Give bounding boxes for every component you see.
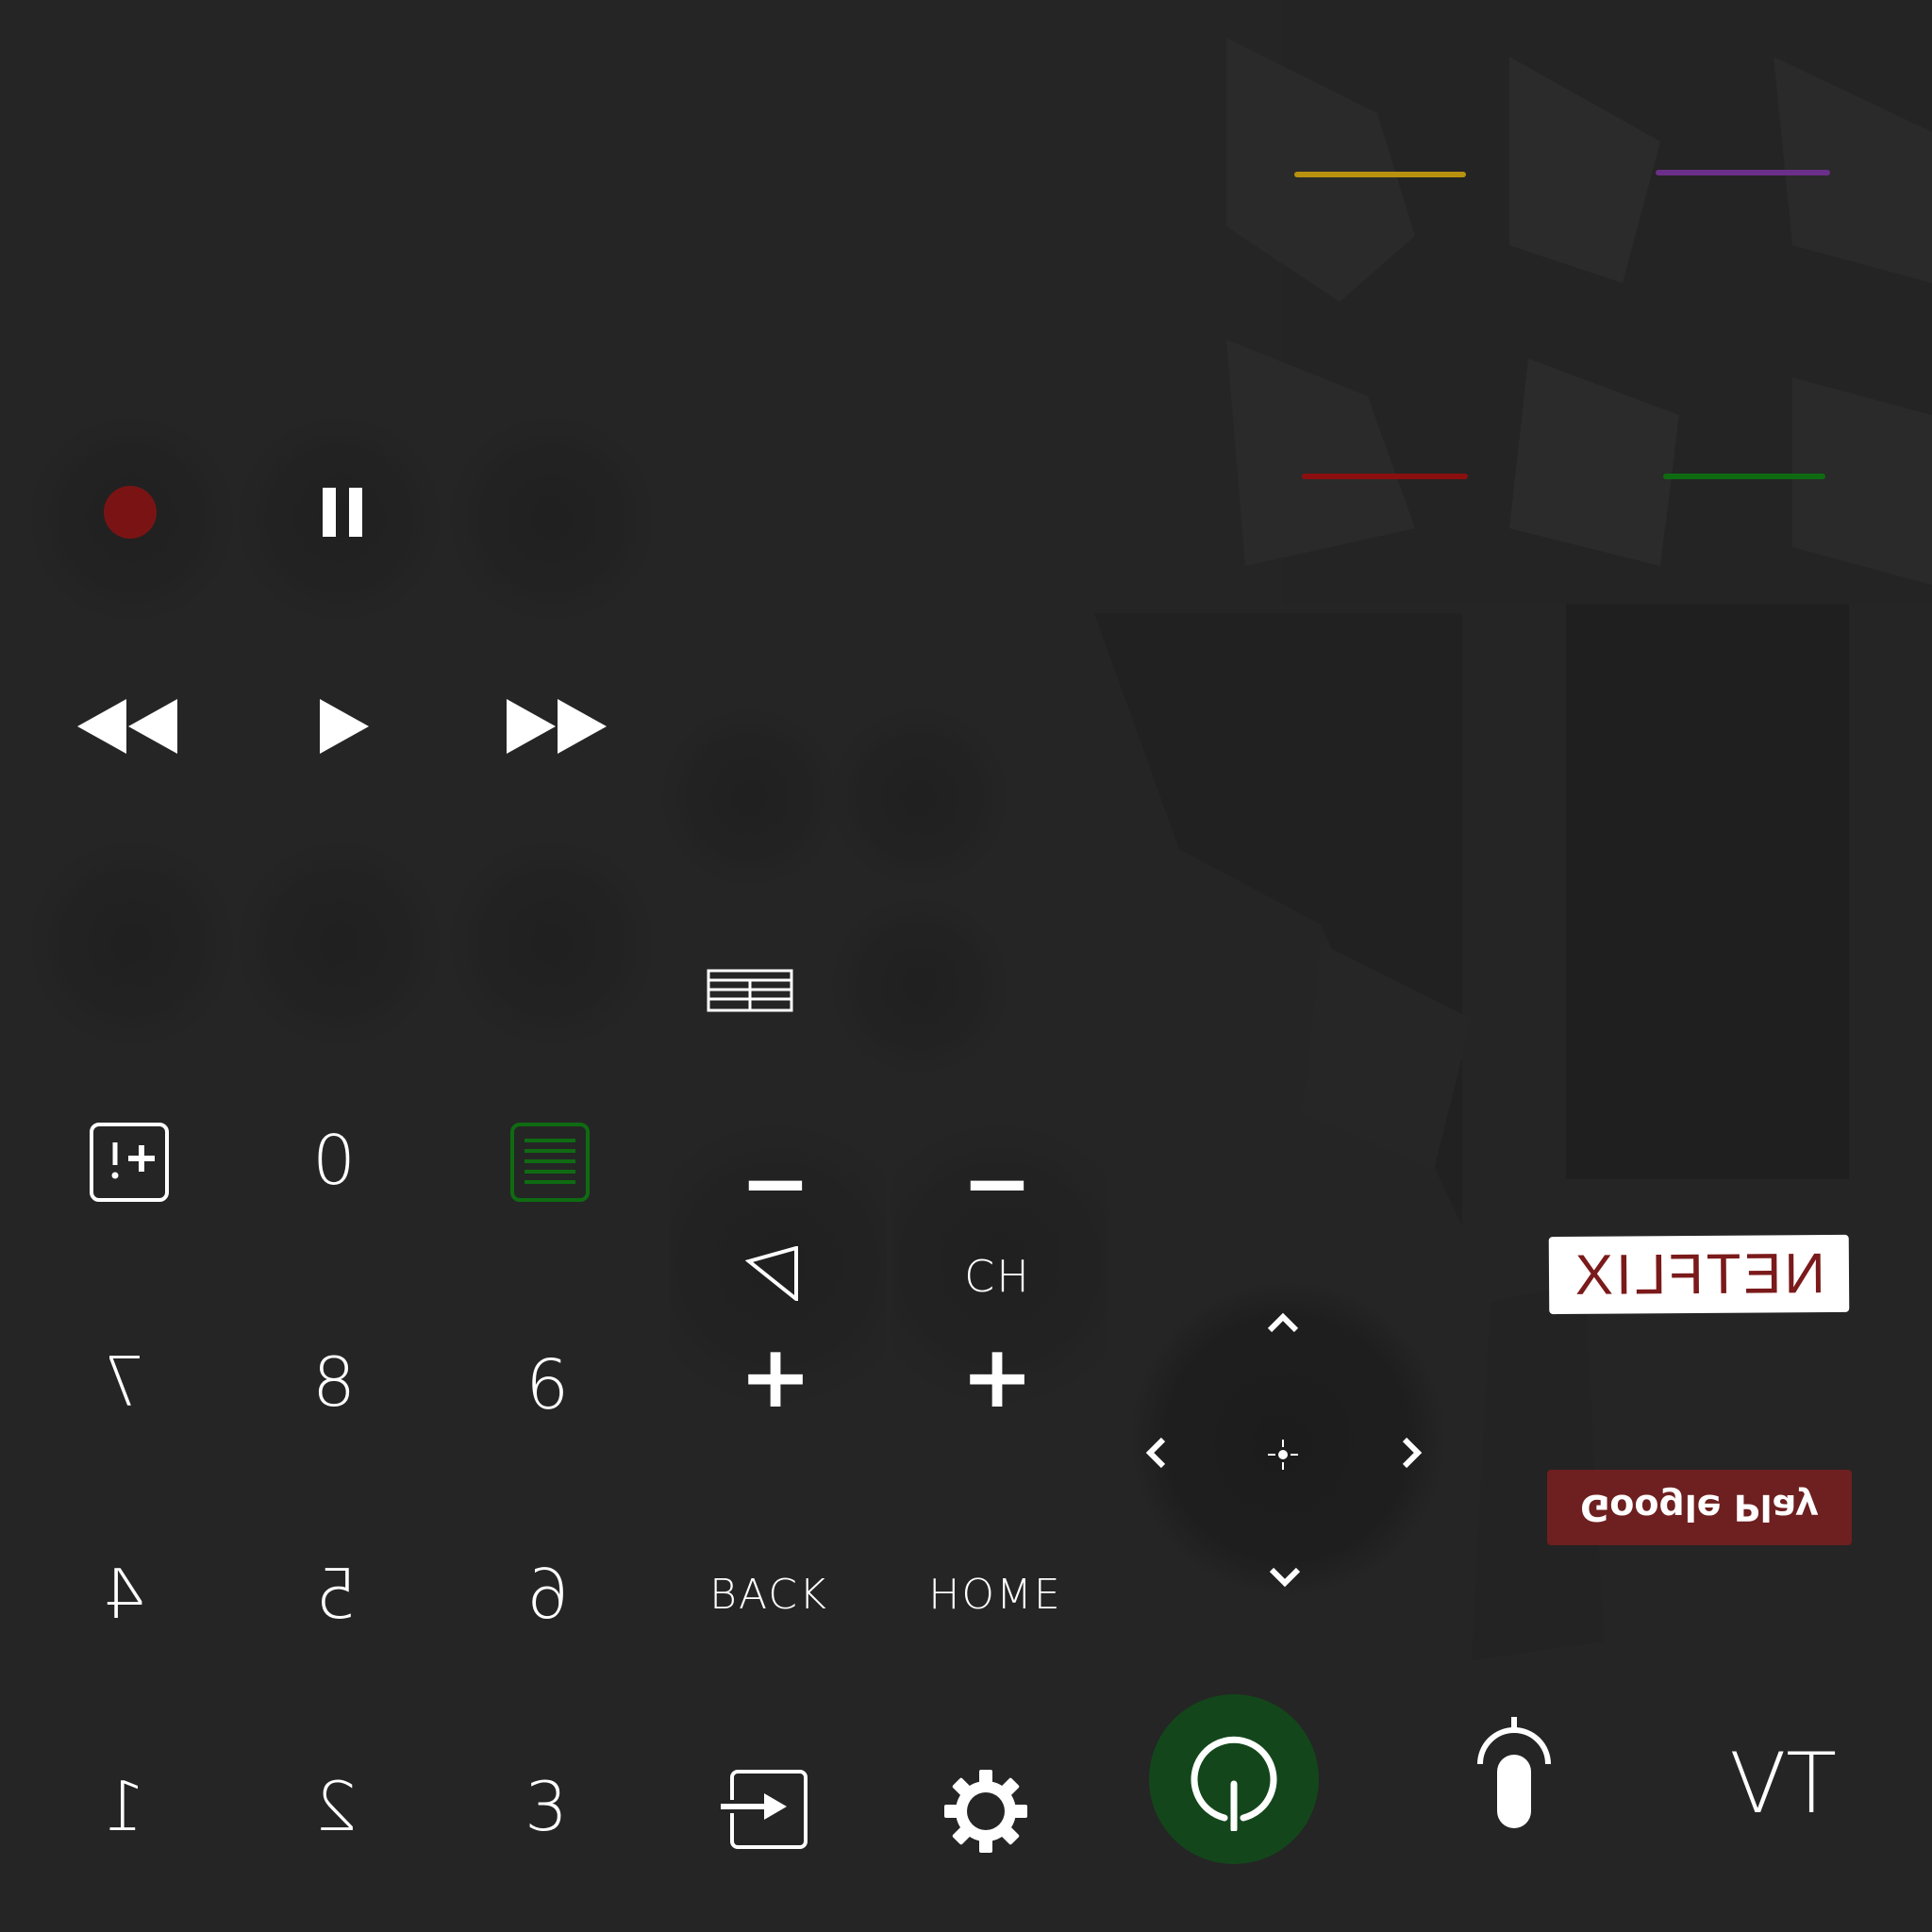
digit-8-button[interactable]: 8 — [292, 1330, 377, 1434]
info-icon — [90, 1123, 169, 1202]
channel-up-button[interactable]: + — [958, 1334, 1037, 1421]
gear-icon — [944, 1770, 1027, 1853]
google-play-label: Google Play — [1580, 1487, 1819, 1528]
digit-5-label: 5 — [312, 1555, 358, 1634]
tv-button[interactable]: TV — [1717, 1734, 1849, 1832]
guide-icon — [510, 1123, 590, 1202]
digit-7-button[interactable]: 7 — [80, 1330, 165, 1434]
digit-0-label: 0 — [312, 1121, 358, 1200]
netflix-label: NETFLIX — [1572, 1241, 1826, 1307]
teletext-button[interactable] — [703, 962, 797, 1019]
pause-icon — [323, 488, 362, 537]
channel-minus-label: − — [961, 1134, 1033, 1233]
input-icon — [719, 1770, 808, 1849]
fast-forward-button[interactable] — [500, 693, 613, 759]
dpad-right-button[interactable] — [1396, 1434, 1428, 1472]
red-key[interactable] — [1302, 474, 1468, 479]
volume-minus-label: − — [740, 1134, 811, 1233]
home-button[interactable]: HOME — [924, 1566, 1066, 1623]
green-key[interactable] — [1663, 474, 1825, 479]
volume-down-button[interactable]: − — [736, 1141, 815, 1226]
microphone-icon — [1477, 1717, 1551, 1828]
back-button[interactable]: BACK — [703, 1566, 835, 1623]
chevron-down-icon — [1269, 1567, 1301, 1588]
play-button[interactable] — [307, 693, 382, 759]
teletext-icon — [707, 969, 793, 1012]
netflix-button[interactable]: NETFLIX — [1548, 1234, 1850, 1315]
record-button[interactable] — [94, 476, 166, 548]
power-icon — [1191, 1736, 1277, 1831]
channel-down-button[interactable]: − — [958, 1141, 1037, 1226]
chevron-right-icon — [1402, 1437, 1423, 1469]
volume-up-button[interactable]: + — [736, 1334, 815, 1421]
dpad-left-button[interactable] — [1140, 1434, 1172, 1472]
input-button[interactable] — [715, 1766, 813, 1853]
power-button[interactable] — [1149, 1694, 1319, 1864]
channel-label: CH — [964, 1250, 1031, 1302]
dpad-ok-button[interactable] — [1262, 1434, 1304, 1475]
rewind-icon — [77, 699, 177, 754]
digit-8-label: 8 — [312, 1342, 358, 1422]
volume-icon — [745, 1246, 798, 1301]
play-icon — [320, 699, 369, 754]
home-label: HOME — [928, 1570, 1062, 1619]
digit-2-label: 2 — [312, 1767, 358, 1846]
chevron-left-icon — [1145, 1437, 1166, 1469]
yellow-key[interactable] — [1294, 172, 1466, 177]
digit-1-label: 1 — [100, 1767, 145, 1846]
purple-key[interactable] — [1656, 170, 1830, 175]
rewind-button[interactable] — [71, 693, 184, 759]
digit-6-label: 6 — [525, 1555, 570, 1634]
volume-plus-label: + — [739, 1326, 812, 1427]
back-label: BACK — [709, 1570, 828, 1619]
digit-5-button[interactable]: 5 — [292, 1542, 377, 1646]
digit-1-button[interactable]: 1 — [80, 1755, 165, 1858]
chevron-up-icon — [1267, 1312, 1299, 1333]
dpad-up-button[interactable] — [1264, 1307, 1302, 1339]
guide-button[interactable] — [508, 1120, 592, 1205]
pause-button[interactable] — [302, 476, 387, 548]
info-button[interactable] — [87, 1120, 172, 1205]
digit-4-button[interactable]: 4 — [80, 1542, 165, 1646]
digit-3-button[interactable]: 3 — [505, 1755, 590, 1858]
voice-button[interactable] — [1472, 1715, 1557, 1830]
fast-forward-icon — [507, 699, 607, 754]
digit-0-button[interactable]: 0 — [292, 1113, 377, 1208]
tv-label: TV — [1729, 1734, 1837, 1832]
digit-9-button[interactable]: 9 — [505, 1330, 590, 1434]
digit-2-button[interactable]: 2 — [292, 1755, 377, 1858]
channel-plus-label: + — [960, 1326, 1034, 1427]
digit-4-label: 4 — [100, 1555, 145, 1634]
settings-button[interactable] — [939, 1764, 1033, 1858]
record-icon — [104, 486, 157, 539]
digit-3-label: 3 — [525, 1767, 570, 1846]
google-play-button[interactable]: Google Play — [1547, 1470, 1852, 1545]
volume-indicator — [741, 1245, 807, 1302]
digit-9-label: 9 — [525, 1342, 570, 1422]
stop-button[interactable] — [509, 476, 594, 548]
digit-7-label: 7 — [100, 1342, 145, 1422]
dpad-down-button[interactable] — [1266, 1561, 1304, 1593]
digit-6-button[interactable]: 6 — [505, 1542, 590, 1646]
crosshair-icon — [1268, 1440, 1298, 1470]
